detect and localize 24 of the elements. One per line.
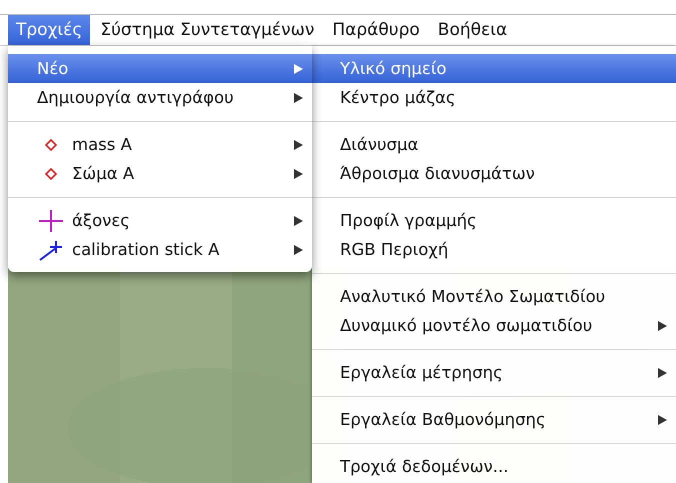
menu-title[interactable]: Τροχιές (8, 15, 90, 45)
menu-item[interactable]: Διάνυσμα (312, 130, 676, 159)
menu-item[interactable]: mass A (8, 130, 312, 159)
diamond-icon (45, 138, 57, 150)
menu-item[interactable]: Νέο (8, 54, 312, 83)
menu-title[interactable]: Σύστημα Συντεταγμένων (92, 15, 322, 45)
menu-item[interactable]: Σώμα A (8, 159, 312, 188)
menu-item[interactable]: Κέντρο μάζας (312, 83, 676, 112)
menu-item[interactable]: RGB Περιοχή (312, 235, 676, 264)
menu-item[interactable]: calibration stick A (8, 235, 312, 264)
menu-item[interactable]: Δυναμικό μοντέλο σωματιδίου (312, 311, 676, 340)
menu-title[interactable]: Παράθυρο (324, 15, 428, 45)
menu-title[interactable]: Βοήθεια (430, 15, 516, 45)
menu-item[interactable]: άξονες (8, 206, 312, 235)
cross-icon (38, 208, 64, 232)
diamond-icon (45, 168, 57, 180)
menu-item[interactable]: Τροχιά δεδομένων... (312, 452, 676, 481)
menu-item[interactable]: Δημιουργία αντιγράφου (8, 83, 312, 112)
menu-item[interactable]: Προφίλ γραμμής (312, 206, 676, 235)
menu-item[interactable]: Άθροισμα διανυσμάτων (312, 159, 676, 188)
menu-item[interactable]: Αναλυτικό Μοντέλο Σωματιδίου (312, 282, 676, 311)
menu-item[interactable]: Υλικό σημείο (312, 54, 676, 83)
menu-item[interactable]: Εργαλεία Βαθμονόμησης (312, 405, 676, 434)
menu-item[interactable]: Εργαλεία μέτρησης (312, 358, 676, 387)
